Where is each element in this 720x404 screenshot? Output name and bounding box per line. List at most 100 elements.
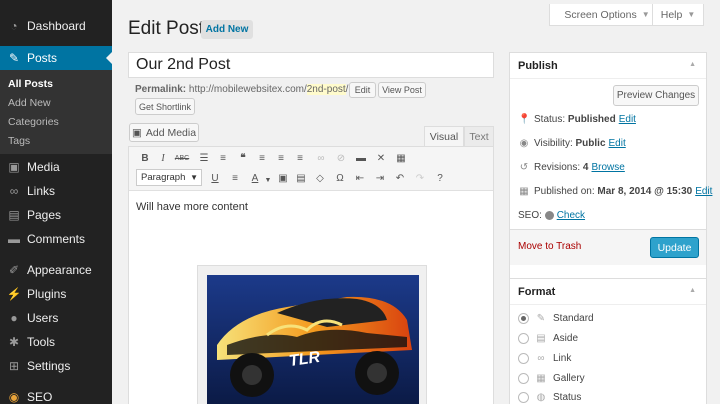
bold-icon[interactable]: B — [137, 150, 153, 166]
move-to-trash-link[interactable]: Move to Trash — [518, 241, 581, 252]
submenu-tags[interactable]: Tags — [8, 135, 30, 147]
sidebar-item-settings[interactable]: ⊞ Settings — [0, 354, 112, 378]
tab-visual[interactable]: Visual — [424, 126, 464, 147]
sidebar-item-comments[interactable]: ▬ Comments — [0, 227, 112, 251]
numbered-list-icon[interactable]: ≡ — [215, 150, 231, 166]
more-tag-icon[interactable]: ▬ — [353, 150, 369, 166]
format-option-status[interactable]: ◍ Status — [518, 392, 581, 403]
publish-box-title[interactable]: Publish ▲ — [510, 53, 706, 79]
post-title-input[interactable]: Our 2nd Post — [128, 52, 494, 78]
gallery-icon: ▦ — [536, 373, 546, 384]
radio-button[interactable] — [518, 333, 529, 344]
sidebar-item-links[interactable]: ∞ Links — [0, 179, 112, 203]
get-shortlink-button[interactable]: Get Shortlink — [135, 98, 195, 115]
sidebar-item-seo[interactable]: ◉ SEO — [0, 385, 112, 404]
bullet-list-icon[interactable]: ☰ — [196, 150, 212, 166]
media-icon: ▣ — [8, 160, 20, 174]
align-right-icon[interactable]: ≡ — [292, 150, 308, 166]
revisions-row: ↺ Revisions: 4 Browse — [518, 162, 625, 173]
revisions-count: 4 — [582, 162, 589, 173]
update-button[interactable]: Update — [650, 237, 699, 258]
align-center-icon[interactable]: ≡ — [273, 150, 289, 166]
sidebar-item-label: Pages — [27, 208, 62, 222]
sidebar-item-media[interactable]: ▣ Media — [0, 155, 112, 179]
add-media-button[interactable]: ▣ Add Media — [129, 123, 199, 142]
collapse-arrow-icon[interactable]: ▲ — [689, 61, 696, 68]
sidebar-item-pages[interactable]: ▤ Pages — [0, 203, 112, 227]
unlink-icon[interactable]: ⊘ — [333, 150, 349, 166]
format-box-title[interactable]: Format ▲ — [510, 279, 706, 305]
radio-button[interactable] — [518, 392, 529, 403]
page-title: Edit Post — [128, 18, 205, 39]
edit-status-link[interactable]: Edit — [619, 114, 636, 125]
blockquote-icon[interactable]: ❝ — [235, 150, 251, 166]
kitchen-sink-icon[interactable]: ▦ — [393, 150, 409, 166]
screen-options-tab[interactable]: Screen Options ▼ — [549, 4, 665, 26]
radio-button[interactable] — [518, 373, 529, 384]
image-frame[interactable]: TLR — [197, 265, 427, 404]
publish-actions: Move to Trash Update — [510, 229, 706, 265]
underline-icon[interactable]: U — [207, 170, 223, 186]
visibility-value: Public — [575, 138, 606, 149]
view-post-button[interactable]: View Post — [378, 82, 426, 98]
sidebar-item-tools[interactable]: ✱ Tools — [0, 330, 112, 354]
status-label: Status: — [534, 114, 566, 125]
rc-car-image[interactable]: TLR — [207, 275, 419, 404]
sidebar-item-users[interactable]: ● Users — [0, 306, 112, 330]
aside-icon: ▤ — [536, 333, 546, 344]
submenu-categories[interactable]: Categories — [8, 116, 59, 128]
collapse-arrow-icon[interactable]: ▲ — [689, 287, 696, 294]
format-option-aside[interactable]: ▤ Aside — [518, 333, 578, 344]
sidebar-item-dashboard[interactable]: ◔ Dashboard — [0, 14, 112, 38]
help-tab[interactable]: Help ▼ — [652, 4, 704, 26]
italic-icon[interactable]: I — [155, 150, 171, 166]
format-option-standard[interactable]: ✎ Standard — [518, 313, 594, 324]
sidebar-item-posts[interactable]: ✎ Posts — [0, 46, 112, 70]
preview-changes-button[interactable]: Preview Changes — [613, 85, 699, 106]
wrench-icon: ✱ — [8, 335, 20, 349]
help-icon[interactable]: ? — [432, 170, 448, 186]
format-option-gallery[interactable]: ▦ Gallery — [518, 373, 585, 384]
strikethrough-icon[interactable]: ABC — [174, 150, 190, 166]
permalink-slug[interactable]: 2nd-post — [306, 84, 346, 95]
indent-icon[interactable]: ⇥ — [372, 170, 388, 186]
submenu-all-posts[interactable]: All Posts — [8, 78, 53, 90]
submenu-add-new[interactable]: Add New — [8, 97, 51, 109]
justify-icon[interactable]: ≡ — [227, 170, 243, 186]
pin-icon: 📍 — [518, 114, 531, 125]
outdent-icon[interactable]: ⇤ — [352, 170, 368, 186]
edit-date-link[interactable]: Edit — [695, 186, 712, 197]
tab-text[interactable]: Text — [464, 126, 494, 147]
redo-icon[interactable]: ↷ — [412, 170, 428, 186]
edit-visibility-link[interactable]: Edit — [609, 138, 626, 149]
format-option-link[interactable]: ∞ Link — [518, 353, 571, 364]
editor-toolbar: B I ABC ☰ ≡ ❝ ≡ ≡ ≡ ∞ ⊘ ▬ ✕ ▦ Paragraph … — [129, 147, 493, 191]
calendar-icon: ▦ — [519, 186, 529, 197]
radio-button[interactable] — [518, 353, 529, 364]
sidebar-item-appearance[interactable]: ✐ Appearance — [0, 258, 112, 282]
chevron-down-icon: ▼ — [687, 10, 696, 19]
seo-check-link[interactable]: Check — [557, 210, 585, 221]
chevron-down-icon: ▼ — [641, 10, 650, 19]
edit-permalink-button[interactable]: Edit — [349, 82, 376, 98]
sidebar-item-label: Links — [27, 184, 56, 198]
radio-button[interactable] — [518, 313, 529, 324]
format-option-label: Standard — [553, 313, 594, 324]
permalink: Permalink: http://mobilewebsitex.com/2nd… — [135, 84, 348, 95]
format-select[interactable]: Paragraph ▼ — [136, 169, 202, 186]
eraser-icon[interactable]: ◇ — [312, 170, 328, 186]
paste-text-icon[interactable]: ▣ — [275, 170, 291, 186]
chevron-down-icon[interactable]: ▼ — [260, 172, 276, 188]
undo-icon[interactable]: ↶ — [392, 170, 408, 186]
paste-word-icon[interactable]: ▤ — [293, 170, 309, 186]
add-new-button[interactable]: Add New — [201, 20, 253, 39]
align-left-icon[interactable]: ≡ — [254, 150, 270, 166]
sidebar-item-label: Comments — [27, 232, 86, 246]
sidebar-item-plugins[interactable]: ⚡ Plugins — [0, 282, 112, 306]
revisions-label: Revisions: — [534, 162, 581, 173]
fullscreen-icon[interactable]: ✕ — [373, 150, 389, 166]
link-icon[interactable]: ∞ — [313, 150, 329, 166]
browse-revisions-link[interactable]: Browse — [591, 162, 624, 173]
editor-content[interactable]: Will have more content — [136, 201, 248, 213]
special-char-icon[interactable]: Ω — [332, 170, 348, 186]
